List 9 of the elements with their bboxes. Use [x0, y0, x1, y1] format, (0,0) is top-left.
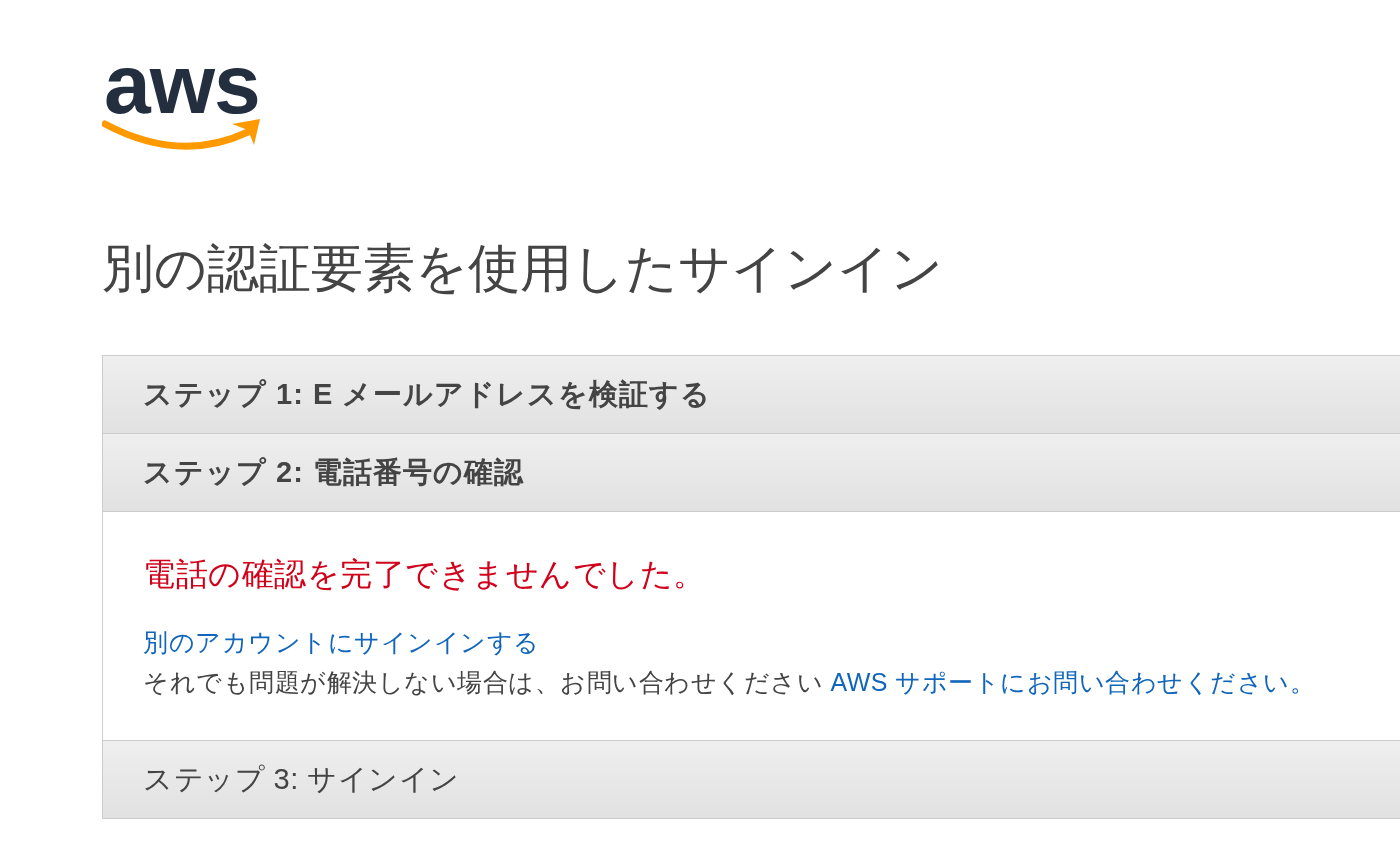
step-header[interactable]: ステップ 2: 電話番号の確認: [103, 434, 1400, 512]
logo: aws: [102, 52, 264, 156]
page-title: 別の認証要素を使用したサインイン: [102, 238, 944, 298]
step-header[interactable]: ステップ 1: E メールアドレスを検証する: [103, 356, 1400, 434]
error-message: 電話の確認を完了できませんでした。: [143, 555, 707, 594]
help-text: それでも問題が解決しない場合は、お問い合わせください AWS サポートにお問い合わせください。: [143, 667, 1317, 698]
support-link[interactable]: AWS サポートにお問い合わせください。: [830, 668, 1316, 696]
step-header[interactable]: ステップ 3: サインイン: [103, 741, 1400, 819]
sign-in-link[interactable]: 別のアカウントにサインインする: [143, 622, 540, 662]
